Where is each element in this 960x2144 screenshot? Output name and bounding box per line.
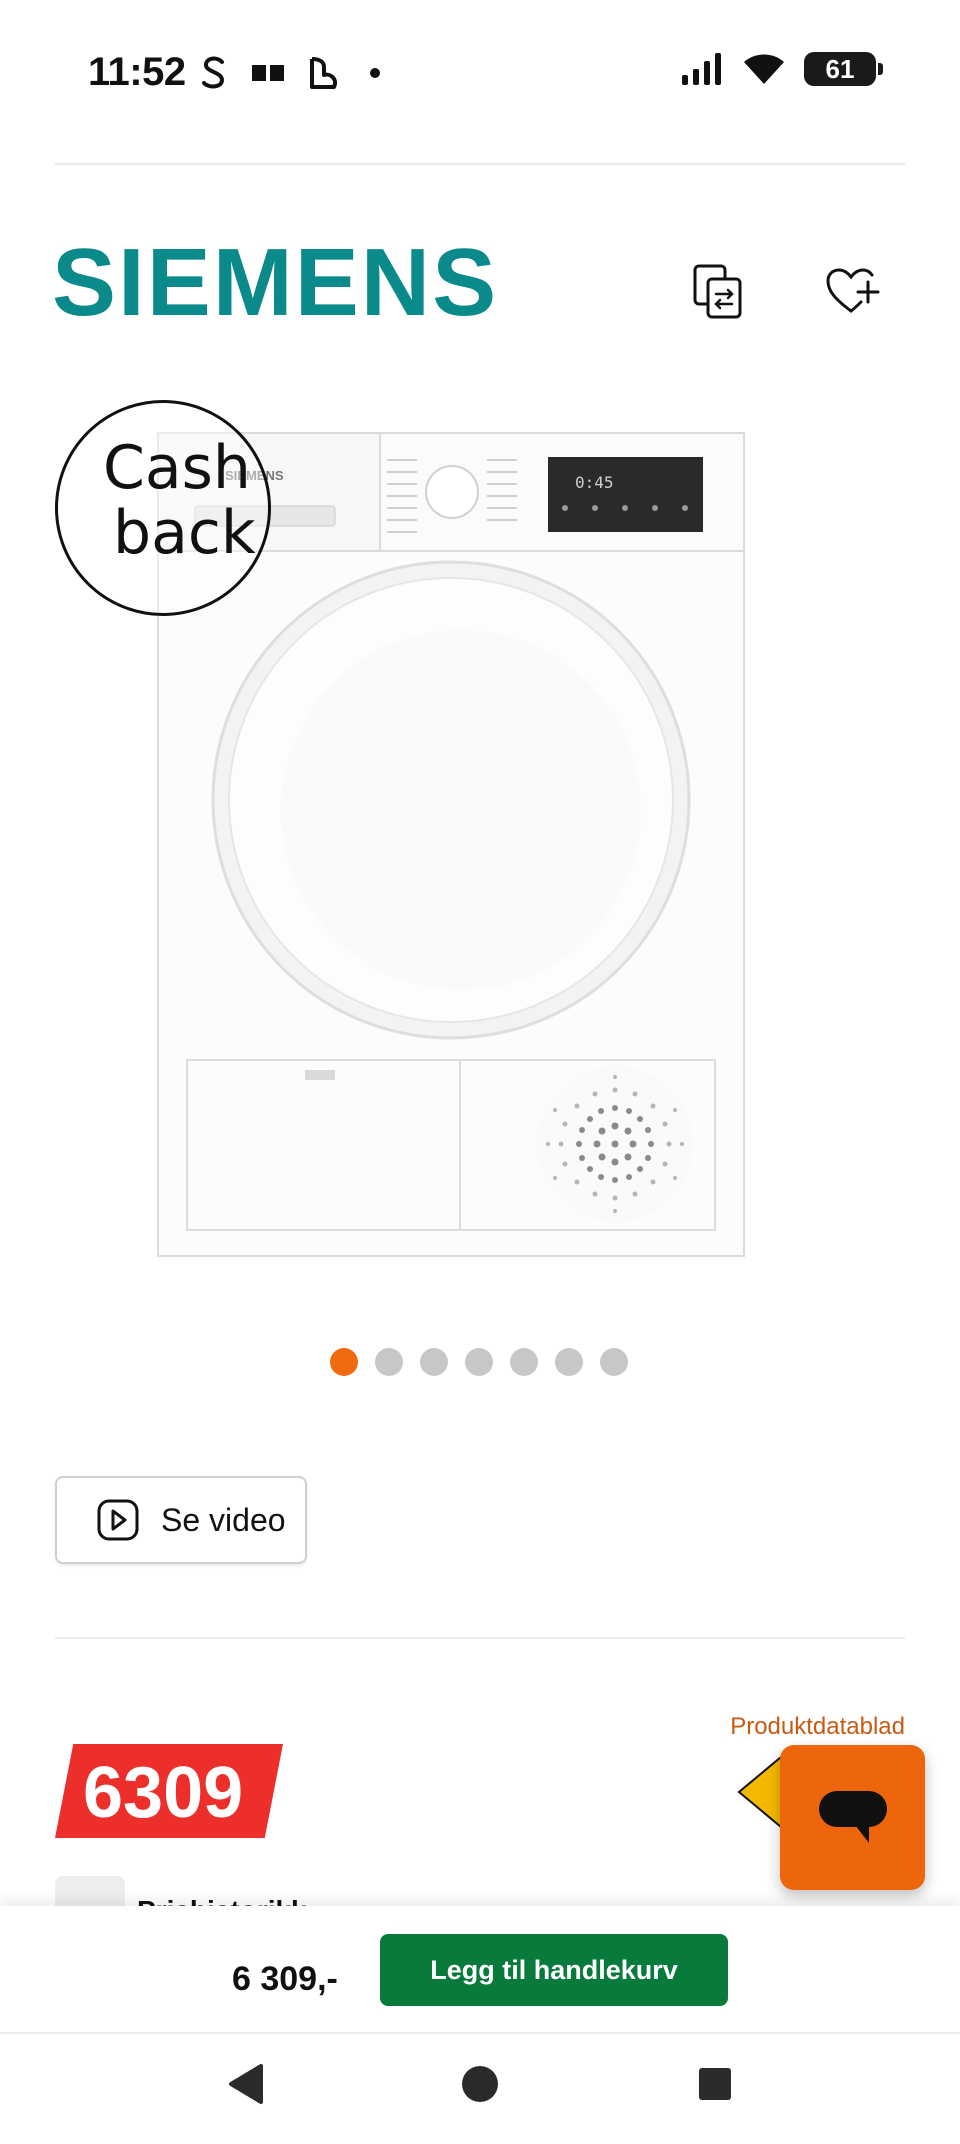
section-divider (55, 1637, 905, 1639)
add-to-cart-button[interactable]: Legg til handlekurv (380, 1934, 728, 2006)
brand-logo[interactable]: SIEMENS (52, 235, 498, 331)
cashback-line2: back (113, 498, 256, 568)
battery-icon: 61 (804, 52, 883, 86)
cashback-line1: Cash (103, 433, 251, 503)
price-tag: 6309 (55, 1744, 283, 1838)
battery-level: 61 (825, 53, 855, 84)
add-to-wishlist-button[interactable] (818, 257, 888, 327)
carousel-dot[interactable] (600, 1348, 628, 1376)
chat-bubble-icon (818, 1790, 887, 1843)
compare-button[interactable] (683, 257, 753, 327)
top-divider (55, 163, 905, 165)
compare-icon (693, 264, 742, 319)
back-icon[interactable] (225, 2062, 265, 2106)
price-value: 6309 (83, 1753, 244, 1833)
image-carousel-dots (330, 1348, 628, 1376)
product-datasheet-link[interactable]: Produktdatablad (730, 1713, 905, 1741)
b-app-icon (310, 57, 337, 89)
recents-icon[interactable] (697, 2066, 733, 2102)
wifi-icon (744, 54, 784, 84)
status-system-icons: 61 (680, 52, 883, 86)
carousel-dot[interactable] (330, 1348, 358, 1376)
svg-text:0:45: 0:45 (575, 473, 614, 492)
book-icon (252, 65, 284, 81)
carousel-dot[interactable] (510, 1348, 538, 1376)
carousel-dot[interactable] (465, 1348, 493, 1376)
status-time: 11:52 (88, 50, 186, 94)
status-notification-icons (200, 55, 380, 91)
s-app-icon (202, 56, 225, 89)
carousel-dot[interactable] (375, 1348, 403, 1376)
carousel-dot[interactable] (420, 1348, 448, 1376)
chat-button[interactable] (780, 1745, 925, 1890)
signal-icon (682, 53, 721, 85)
notification-dot-icon (370, 68, 380, 78)
watch-video-button[interactable]: Se video (55, 1476, 307, 1564)
system-navigation-bar (0, 2032, 960, 2144)
sticky-price: 6 309,- (232, 1960, 338, 1998)
play-icon (97, 1499, 139, 1541)
heart-plus-icon (826, 268, 880, 313)
cashback-badge: Cash back (55, 400, 271, 616)
watch-video-label: Se video (161, 1501, 286, 1538)
carousel-dot[interactable] (555, 1348, 583, 1376)
home-icon[interactable] (460, 2064, 500, 2104)
